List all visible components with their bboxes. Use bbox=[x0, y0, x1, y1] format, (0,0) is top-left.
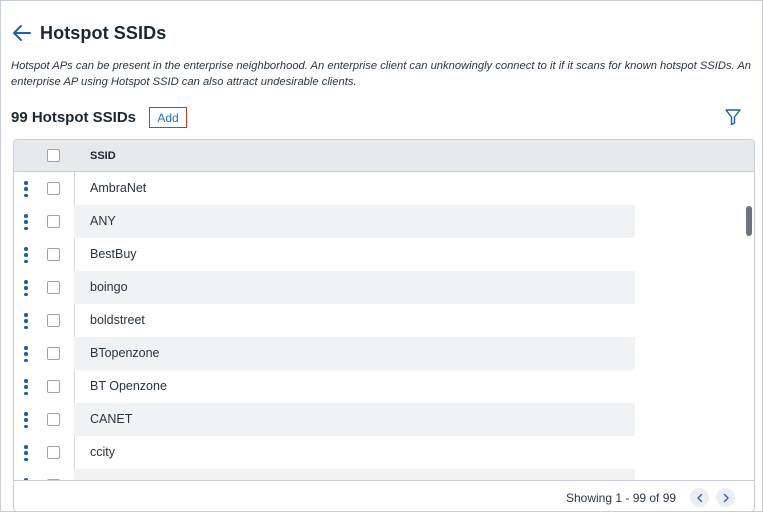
page-description: Hotspot APs can be present in the enterp… bbox=[11, 60, 752, 88]
table-row: boingo bbox=[14, 271, 754, 304]
table-scrollbar[interactable] bbox=[746, 206, 752, 236]
row-checkbox[interactable] bbox=[47, 380, 60, 393]
row-checkbox[interactable] bbox=[47, 215, 60, 228]
table-header: SSID bbox=[14, 140, 754, 172]
row-checkbox[interactable] bbox=[47, 281, 60, 294]
column-header-ssid[interactable]: SSID bbox=[90, 150, 116, 162]
add-button[interactable]: Add bbox=[149, 107, 187, 128]
row-checkbox[interactable] bbox=[47, 314, 60, 327]
row-checkbox[interactable] bbox=[47, 182, 60, 195]
ssid-cell: BT Openzone bbox=[90, 379, 167, 393]
ssid-cell: boingo bbox=[90, 280, 128, 294]
row-actions-icon[interactable] bbox=[22, 379, 30, 395]
pagination-summary: Showing 1 - 99 of 99 bbox=[566, 491, 677, 505]
ssid-cell: CANET bbox=[90, 412, 133, 426]
table-row: boldstreet bbox=[14, 304, 754, 337]
hotspot-ssids-page: Hotspot SSIDs Hotspot APs can be present… bbox=[0, 0, 763, 512]
ssid-cell: boldstreet bbox=[90, 313, 145, 327]
table-row: ANY bbox=[14, 205, 754, 238]
table-body: AmbraNet ANY BestBuy boingo boldstreet B… bbox=[14, 172, 754, 480]
table-footer: Showing 1 - 99 of 99 bbox=[14, 480, 754, 511]
row-checkbox[interactable] bbox=[47, 347, 60, 360]
row-actions-icon[interactable] bbox=[22, 346, 30, 362]
ssid-cell: BestBuy bbox=[90, 247, 137, 261]
row-checkbox[interactable] bbox=[47, 248, 60, 261]
ssid-count-title: 99 Hotspot SSIDs bbox=[11, 109, 137, 126]
chevron-left-icon[interactable] bbox=[690, 488, 709, 507]
table-row: CANET bbox=[14, 403, 754, 436]
row-checkbox[interactable] bbox=[47, 413, 60, 426]
ssid-table: SSID AmbraNet ANY BestBuy boingo boldstr… bbox=[13, 139, 755, 512]
row-actions-icon[interactable] bbox=[22, 412, 30, 428]
arrow-left-icon[interactable] bbox=[11, 22, 33, 44]
row-actions-icon[interactable] bbox=[22, 445, 30, 461]
table-row: AmbraNet bbox=[14, 172, 754, 205]
row-actions-icon[interactable] bbox=[22, 313, 30, 329]
table-row: BTopenzone bbox=[14, 337, 754, 370]
row-actions-icon[interactable] bbox=[22, 214, 30, 230]
table-row: cctouse bbox=[14, 469, 754, 480]
page-title: Hotspot SSIDs bbox=[40, 22, 167, 43]
table-toolbar: 99 Hotspot SSIDs Add bbox=[11, 106, 756, 130]
row-checkbox[interactable] bbox=[47, 446, 60, 459]
row-actions-icon[interactable] bbox=[22, 247, 30, 263]
ssid-cell: ANY bbox=[90, 214, 116, 228]
row-actions-icon[interactable] bbox=[22, 280, 30, 296]
page-header: Hotspot SSIDs bbox=[11, 21, 166, 45]
filter-icon[interactable] bbox=[724, 107, 742, 127]
ssid-cell: ccity bbox=[90, 445, 115, 459]
table-row: BT Openzone bbox=[14, 370, 754, 403]
table-row: ccity bbox=[14, 436, 754, 469]
select-all-checkbox[interactable] bbox=[47, 149, 60, 162]
table-row: BestBuy bbox=[14, 238, 754, 271]
row-actions-icon[interactable] bbox=[22, 181, 30, 197]
ssid-cell: AmbraNet bbox=[90, 181, 147, 195]
chevron-right-icon[interactable] bbox=[716, 488, 735, 507]
ssid-cell: BTopenzone bbox=[90, 346, 160, 360]
